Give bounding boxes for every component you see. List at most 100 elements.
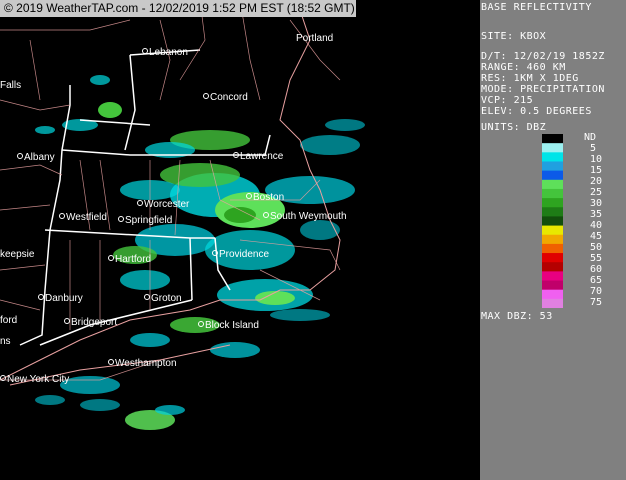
city-name: Portland — [296, 33, 334, 44]
city-name: Lawrence — [240, 151, 284, 162]
city-label: Worcester — [137, 199, 189, 210]
city-marker-icon — [198, 321, 204, 327]
city-label: Portland — [296, 33, 333, 44]
color-scale-segment — [542, 134, 563, 144]
city-label: Lawrence — [233, 151, 283, 162]
color-scale-segment — [542, 188, 563, 199]
city-name: Bridgeport — [71, 317, 118, 328]
city-label: Block Island — [198, 320, 259, 331]
city-label: South Weymouth — [263, 211, 347, 222]
city-name: South Weymouth — [270, 211, 347, 222]
city-label: keepsie — [0, 249, 34, 260]
city-label: Groton — [144, 293, 182, 304]
product-title: BASE REFLECTIVITY — [481, 2, 592, 13]
color-scale-label: 50 — [590, 242, 603, 253]
city-name: Providence — [219, 249, 270, 260]
color-scale-label: 20 — [590, 176, 603, 187]
city-name: Danbury — [45, 293, 83, 304]
color-scale-segment — [542, 280, 563, 291]
city-label: New York City — [0, 374, 69, 385]
mode-line: MODE: PRECIPITATION — [481, 84, 605, 95]
city-name: Westfield — [66, 212, 107, 223]
precipitation-layer — [35, 75, 365, 430]
color-scale-segment — [542, 170, 563, 181]
city-marker-icon — [233, 152, 239, 158]
city-marker-icon — [59, 213, 65, 219]
color-scale-label: 5 — [590, 143, 597, 154]
color-scale-segment — [542, 216, 563, 227]
city-marker-icon — [0, 375, 6, 381]
city-marker-icon — [17, 153, 23, 159]
city-label: Boston — [246, 192, 284, 203]
color-scale-segment — [542, 262, 563, 272]
city-name: Albany — [24, 152, 55, 163]
color-scale-label: 55 — [590, 253, 603, 264]
color-scale-segment — [542, 143, 563, 153]
city-marker-icon — [203, 93, 209, 99]
color-scale-segment — [542, 253, 563, 263]
color-scale-segment — [542, 234, 563, 245]
city-marker-icon — [263, 212, 269, 218]
city-marker-icon — [144, 294, 150, 300]
range-line: RANGE: 460 KM — [481, 62, 566, 73]
city-marker-icon — [118, 216, 124, 222]
color-scale-label: 10 — [590, 154, 603, 165]
city-label: Falls — [0, 80, 21, 91]
city-name: keepsie — [0, 249, 35, 260]
city-label: ford — [0, 315, 17, 326]
city-marker-icon — [108, 359, 114, 365]
color-scale-segment — [542, 207, 563, 217]
color-scale-segment — [542, 198, 563, 208]
city-label: Springfield — [118, 215, 172, 226]
color-scale-segment — [542, 243, 563, 254]
elevation-line: ELEV: 0.5 DEGREES — [481, 106, 592, 117]
color-scale-segment — [542, 152, 563, 162]
color-scale-label: 35 — [590, 209, 603, 220]
max-dbz-line: MAX DBZ: 53 — [481, 311, 553, 322]
city-name: Block Island — [205, 320, 259, 331]
city-label: Danbury — [38, 293, 83, 304]
city-label: Westhampton — [108, 358, 177, 369]
city-name: Concord — [210, 92, 248, 103]
color-scale-segment — [542, 271, 563, 282]
color-scale-label: ND — [584, 132, 597, 143]
datetime-line: D/T: 12/02/19 1852Z — [481, 51, 605, 62]
site-line: SITE: KBOX — [481, 31, 547, 42]
city-label: Bridgeport — [64, 317, 117, 328]
color-scale-segment — [542, 161, 563, 172]
color-scale-label: 30 — [590, 198, 603, 209]
city-label: Lebanon — [142, 47, 188, 58]
color-scale-segment — [542, 225, 563, 236]
city-name: Falls — [0, 80, 22, 91]
radar-echoes — [0, 0, 365, 430]
color-scale-label: 65 — [590, 275, 603, 286]
city-marker-icon — [64, 318, 70, 324]
color-scale-segment — [542, 289, 563, 300]
city-name: Groton — [151, 293, 182, 304]
city-name: Boston — [253, 192, 285, 203]
color-scale-label: 25 — [590, 187, 603, 198]
city-name: Springfield — [125, 215, 173, 226]
color-scale-segment — [542, 179, 563, 190]
city-name: Worcester — [144, 199, 190, 210]
city-name: New York City — [7, 374, 70, 385]
color-scale-label: 40 — [590, 220, 603, 231]
city-label: Albany — [17, 152, 55, 163]
city-marker-icon — [212, 250, 218, 256]
city-label: Providence — [212, 249, 269, 260]
city-label: Concord — [203, 92, 248, 103]
color-scale-label: 15 — [590, 165, 603, 176]
color-scale-label: 60 — [590, 264, 603, 275]
units-line: UNITS: DBZ — [481, 122, 547, 133]
color-scale-label: 45 — [590, 231, 603, 242]
info-panel: BASE REFLECTIVITY SITE: KBOX D/T: 12/02/… — [480, 0, 626, 480]
city-name: Hartford — [115, 254, 152, 265]
city-marker-icon — [108, 255, 114, 261]
city-label: Hartford — [108, 254, 151, 265]
color-scale-label: 75 — [590, 297, 603, 308]
color-scale-segment — [542, 298, 563, 308]
city-name: ns — [0, 336, 11, 347]
resolution-line: RES: 1KM X 1DEG — [481, 73, 579, 84]
city-marker-icon — [142, 48, 148, 54]
city-marker-icon — [137, 200, 143, 206]
